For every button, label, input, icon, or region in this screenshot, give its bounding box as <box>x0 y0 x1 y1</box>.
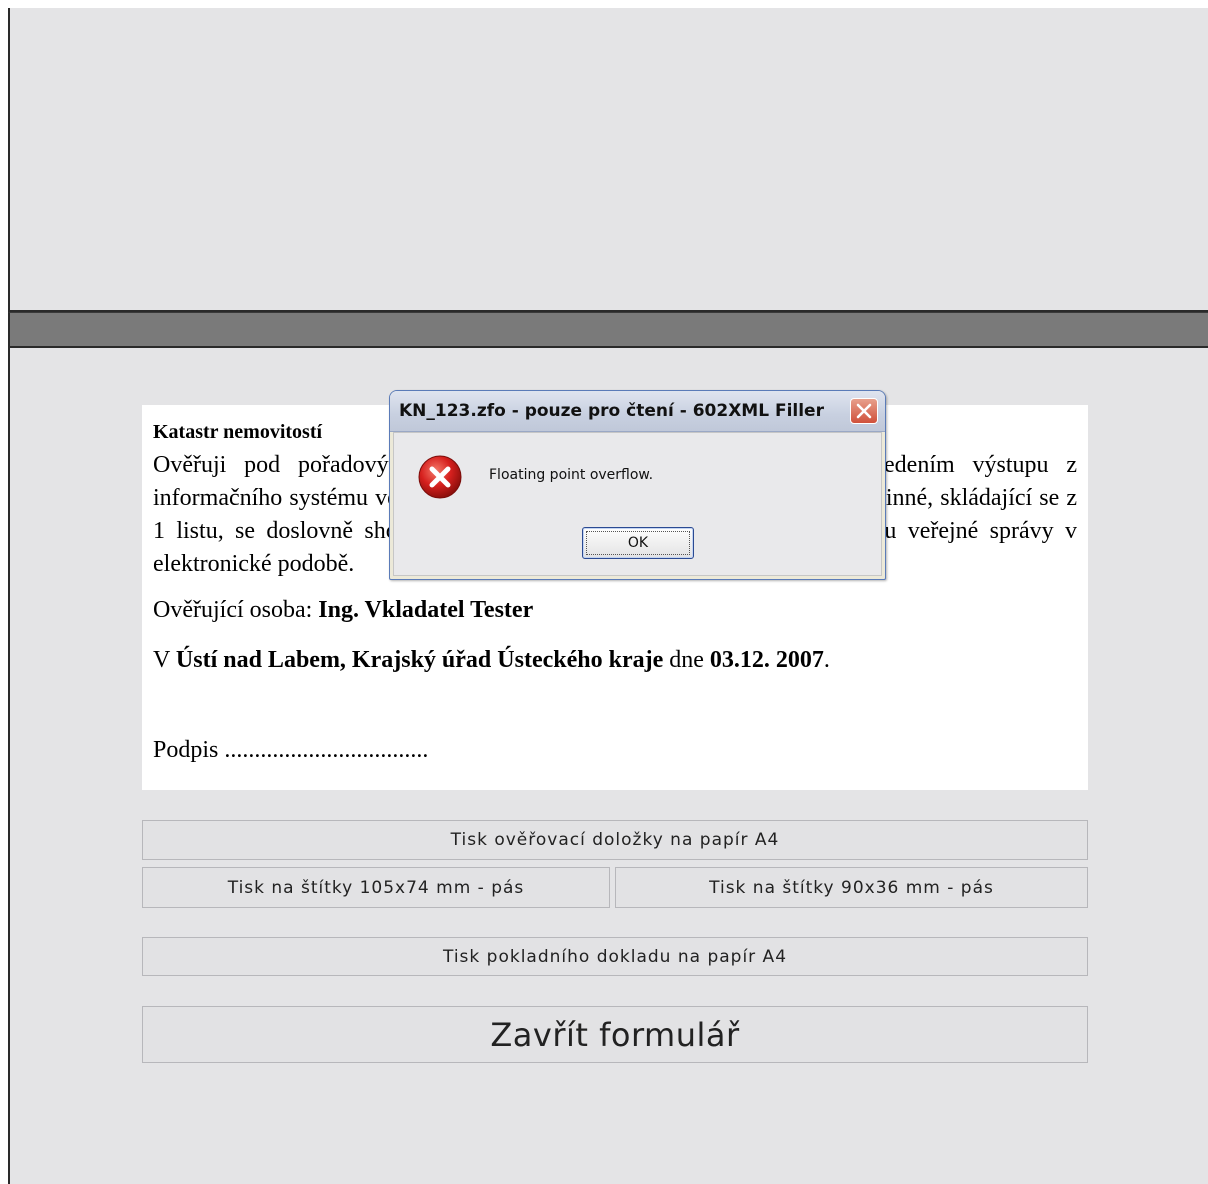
verifier-name: Ing. Vkladatel Tester <box>318 597 534 623</box>
ok-button[interactable]: OK <box>582 527 694 559</box>
verifier-line: Ověřující osoba: Ing. Vkladatel Tester <box>153 593 1077 627</box>
date-value: 03.12. 2007 <box>709 647 824 673</box>
print-labels-105-button[interactable]: Tisk na štítky 105x74 mm - pás <box>142 867 610 908</box>
top-panel <box>8 8 1208 312</box>
ok-label: OK <box>627 535 649 551</box>
print-a4-button[interactable]: Tisk ověřovací doložky na papír A4 <box>142 820 1088 860</box>
error-icon <box>418 455 462 499</box>
place-name: Ústí nad Labem, Krajský úřad Ústeckého k… <box>175 647 664 673</box>
place-prefix: V <box>153 647 176 673</box>
signature-line: Podpis .................................… <box>153 737 429 763</box>
splitter-bar[interactable] <box>8 312 1208 348</box>
print-receipt-button[interactable]: Tisk pokladního dokladu na papír A4 <box>142 937 1088 976</box>
dialog-title: KN_123.zfo - pouze pro čtení - 602XML Fi… <box>399 401 824 421</box>
dialog-message: Floating point overflow. <box>489 467 654 483</box>
print-labels-90-button[interactable]: Tisk na štítky 90x36 mm - pás <box>615 867 1088 908</box>
close-icon[interactable] <box>850 398 878 424</box>
dialog-titlebar[interactable]: KN_123.zfo - pouze pro čtení - 602XML Fi… <box>390 391 885 432</box>
error-dialog: KN_123.zfo - pouze pro čtení - 602XML Fi… <box>389 390 886 580</box>
dialog-body: Floating point overflow. OK <box>393 432 882 576</box>
close-form-button[interactable]: Zavřít formulář <box>142 1006 1088 1063</box>
place-date-line: V Ústí nad Labem, Krajský úřad Ústeckého… <box>153 643 1077 677</box>
date-suffix: . <box>823 647 830 673</box>
date-prefix: dne <box>663 647 710 673</box>
verifier-label: Ověřující osoba: <box>153 597 319 623</box>
